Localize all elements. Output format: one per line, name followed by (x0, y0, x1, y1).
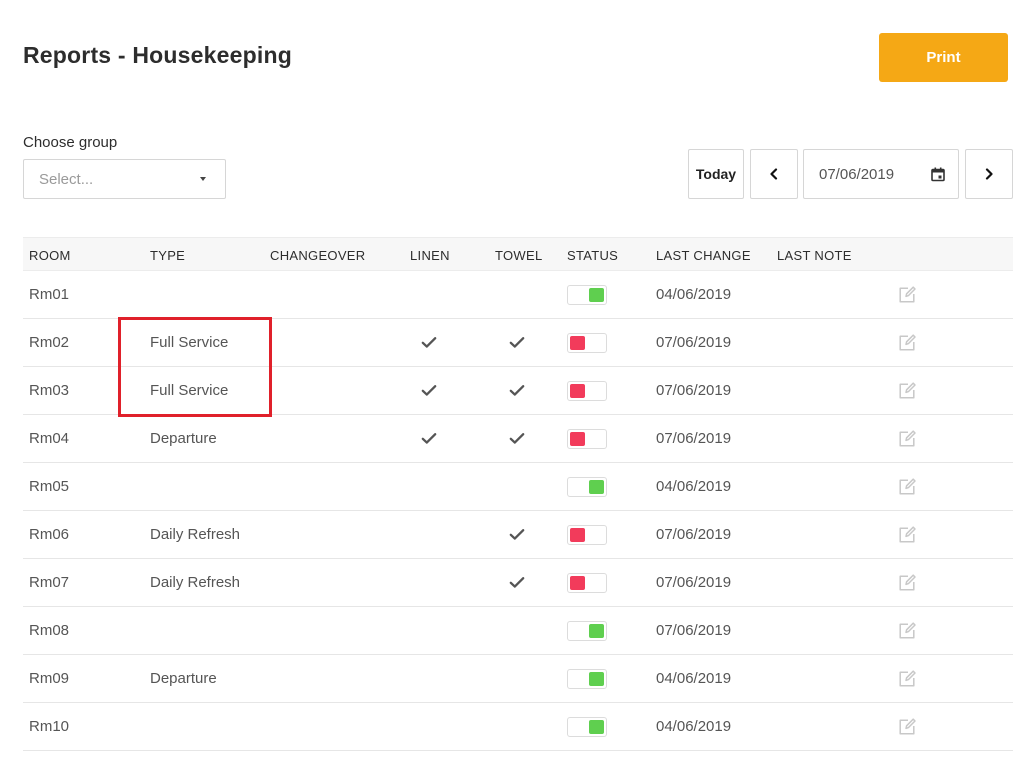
column-header-changeover: CHANGEOVER (270, 248, 366, 263)
type-cell: Departure (150, 430, 217, 447)
print-button[interactable]: Print (879, 33, 1008, 82)
status-toggle[interactable] (567, 285, 607, 305)
group-select-placeholder: Select... (39, 170, 94, 188)
last-change-cell: 07/06/2019 (656, 622, 732, 639)
calendar-icon[interactable] (931, 167, 945, 182)
status-toggle[interactable] (567, 525, 607, 545)
status-toggle-knob (589, 672, 604, 686)
check-icon (421, 336, 437, 354)
status-toggle[interactable] (567, 333, 607, 353)
column-header-linen: LINEN (410, 248, 450, 263)
last-change-cell: 04/06/2019 (656, 286, 732, 303)
check-icon (509, 336, 525, 354)
edit-icon[interactable] (897, 477, 917, 502)
status-toggle-knob (570, 384, 585, 398)
status-toggle[interactable] (567, 477, 607, 497)
caret-down-icon (200, 177, 206, 181)
last-change-cell: 07/06/2019 (656, 574, 732, 591)
status-toggle-knob (570, 336, 585, 350)
edit-icon[interactable] (897, 525, 917, 550)
check-icon (509, 576, 525, 594)
check-icon (509, 384, 525, 402)
table-row[interactable]: Rm10 04/06/2019 (23, 703, 1013, 751)
status-toggle-knob (589, 480, 604, 494)
edit-icon[interactable] (897, 621, 917, 646)
last-change-cell: 07/06/2019 (656, 382, 732, 399)
status-toggle[interactable] (567, 669, 607, 689)
check-icon (421, 432, 437, 450)
edit-icon[interactable] (897, 429, 917, 454)
table-row[interactable]: Rm09 Departure 04/06/2019 (23, 655, 1013, 703)
table-row[interactable]: Rm07 Daily Refresh 07/06/2019 (23, 559, 1013, 607)
room-cell: Rm10 (29, 718, 70, 735)
edit-icon[interactable] (897, 333, 917, 358)
column-header-last-note: LAST NOTE (777, 248, 852, 263)
type-cell: Departure (150, 670, 217, 687)
last-change-cell: 07/06/2019 (656, 430, 732, 447)
room-cell: Rm02 (29, 334, 70, 351)
type-cell: Full Service (150, 382, 229, 399)
table-row[interactable]: Rm06 Daily Refresh 07/06/2019 (23, 511, 1013, 559)
edit-icon[interactable] (897, 381, 917, 406)
chevron-right-icon (985, 168, 993, 180)
check-icon (509, 432, 525, 450)
table-row[interactable]: Rm05 04/06/2019 (23, 463, 1013, 511)
table-row[interactable]: Rm01 04/06/2019 (23, 271, 1013, 319)
table-body: Rm01 04/06/2019 Rm02 Full Service 07/06/2019… (23, 271, 1013, 751)
last-change-cell: 07/06/2019 (656, 526, 732, 543)
room-cell: Rm07 (29, 574, 70, 591)
status-toggle[interactable] (567, 573, 607, 593)
status-toggle-knob (570, 528, 585, 542)
type-cell: Daily Refresh (150, 526, 241, 543)
column-header-type: TYPE (150, 248, 186, 263)
table-row[interactable]: Rm04 Departure 07/06/2019 (23, 415, 1013, 463)
choose-group-label: Choose group (23, 134, 118, 151)
status-toggle-knob (589, 288, 604, 302)
edit-icon[interactable] (897, 573, 917, 598)
room-cell: Rm05 (29, 478, 70, 495)
last-change-cell: 04/06/2019 (656, 670, 732, 687)
date-value: 07/06/2019 (819, 165, 895, 183)
date-field[interactable]: 07/06/2019 (803, 149, 959, 199)
last-change-cell: 04/06/2019 (656, 478, 732, 495)
room-cell: Rm03 (29, 382, 70, 399)
room-cell: Rm04 (29, 430, 70, 447)
edit-icon[interactable] (897, 717, 917, 742)
column-header-room: ROOM (29, 248, 71, 263)
last-change-cell: 07/06/2019 (656, 334, 732, 351)
status-toggle-knob (570, 432, 585, 446)
table-row[interactable]: Rm02 Full Service 07/06/2019 (23, 319, 1013, 367)
next-day-button[interactable] (965, 149, 1013, 199)
chevron-left-icon (770, 168, 778, 180)
last-change-cell: 04/06/2019 (656, 718, 732, 735)
type-cell: Daily Refresh (150, 574, 241, 591)
type-cell: Full Service (150, 334, 229, 351)
table-header: ROOM TYPE CHANGEOVER LINEN TOWEL STATUS … (23, 237, 1013, 271)
status-toggle-knob (589, 720, 604, 734)
housekeeping-table: ROOM TYPE CHANGEOVER LINEN TOWEL STATUS … (23, 237, 1013, 751)
room-cell: Rm06 (29, 526, 70, 543)
previous-day-button[interactable] (750, 149, 798, 199)
room-cell: Rm08 (29, 622, 70, 639)
room-cell: Rm01 (29, 286, 70, 303)
column-header-last-change: LAST CHANGE (656, 248, 751, 263)
edit-icon[interactable] (897, 285, 917, 310)
check-icon (509, 528, 525, 546)
status-toggle[interactable] (567, 621, 607, 641)
group-select[interactable]: Select... (23, 159, 226, 199)
table-row[interactable]: Rm08 07/06/2019 (23, 607, 1013, 655)
today-button[interactable]: Today (688, 149, 744, 199)
status-toggle-knob (570, 576, 585, 590)
edit-icon[interactable] (897, 669, 917, 694)
column-header-status: STATUS (567, 248, 619, 263)
status-toggle[interactable] (567, 717, 607, 737)
status-toggle[interactable] (567, 429, 607, 449)
table-row[interactable]: Rm03 Full Service 07/06/2019 (23, 367, 1013, 415)
status-toggle[interactable] (567, 381, 607, 401)
check-icon (421, 384, 437, 402)
room-cell: Rm09 (29, 670, 70, 687)
page-title: Reports - Housekeeping (23, 42, 292, 68)
column-header-towel: TOWEL (495, 248, 543, 263)
status-toggle-knob (589, 624, 604, 638)
